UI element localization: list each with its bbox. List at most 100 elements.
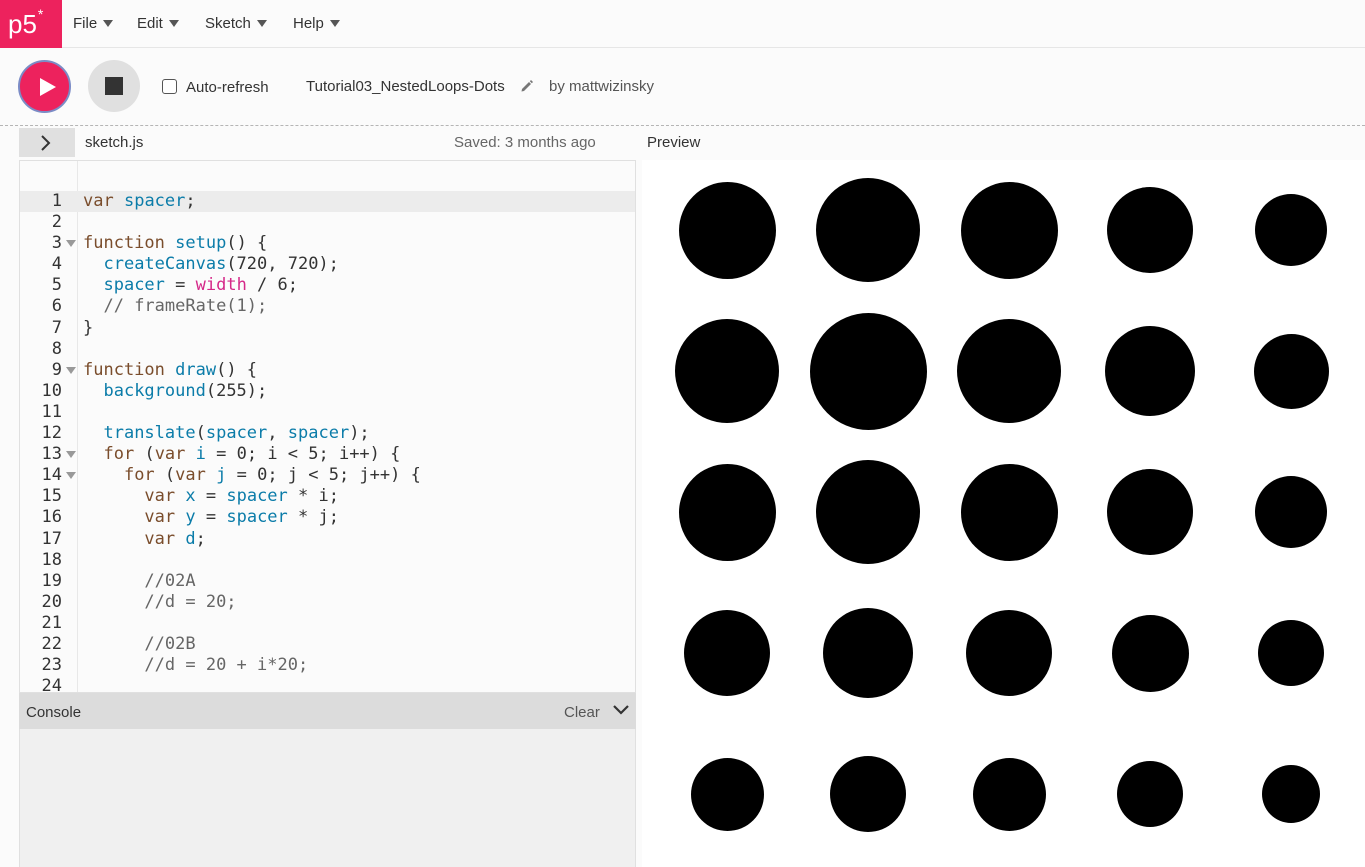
- preview-title: Preview: [647, 134, 701, 151]
- line-number: 4: [51, 254, 62, 275]
- line-number: 7: [51, 317, 62, 338]
- preview-dot: [1255, 476, 1327, 548]
- fold-arrow-icon[interactable]: [66, 472, 76, 480]
- code-text: createCanvas(720, 720);: [103, 254, 339, 275]
- code-text: function draw() {: [83, 359, 258, 380]
- sketch-owner[interactable]: by mattwizinsky: [549, 78, 654, 95]
- code-line[interactable]: 12 translate(spacer, spacer);: [20, 423, 635, 444]
- preview-dot: [972, 757, 1046, 831]
- code-text: function setup() {: [83, 233, 268, 254]
- auto-refresh-label[interactable]: Auto-refresh: [186, 79, 269, 96]
- menu-sketch[interactable]: Sketch: [205, 0, 267, 48]
- auto-refresh-checkbox[interactable]: [162, 79, 177, 94]
- line-number: 22: [41, 633, 62, 654]
- preview-dot: [809, 312, 927, 430]
- p5-logo[interactable]: p5*: [0, 0, 62, 48]
- code-line[interactable]: 6 // frameRate(1);: [20, 296, 635, 317]
- code-line[interactable]: 13 for (var i = 0; i < 5; i++) {: [20, 444, 635, 465]
- preview-dot: [830, 756, 906, 832]
- preview-dot: [1253, 333, 1329, 409]
- pencil-icon[interactable]: [520, 79, 534, 93]
- code-text: var x = spacer * i;: [144, 486, 339, 507]
- code-line[interactable]: 14 for (var j = 0; j < 5; j++) {: [20, 465, 635, 486]
- fold-arrow-icon[interactable]: [66, 366, 76, 374]
- code-line[interactable]: 15 var x = spacer * i;: [20, 486, 635, 507]
- line-number: 21: [41, 612, 62, 633]
- play-button[interactable]: [18, 60, 71, 113]
- code-line[interactable]: 4 createCanvas(720, 720);: [20, 254, 635, 275]
- fold-arrow-icon[interactable]: [66, 240, 76, 248]
- code-line[interactable]: 8: [20, 338, 635, 360]
- code-text: translate(spacer, spacer);: [103, 423, 370, 444]
- preview-dot: [957, 319, 1061, 423]
- code-text: }: [83, 317, 94, 338]
- code-line[interactable]: 9 function draw() {: [20, 359, 635, 381]
- code-line[interactable]: 5 spacer = width / 6;: [20, 275, 635, 296]
- code-text: for (var i = 0; i < 5; i++) {: [103, 444, 401, 465]
- line-number: 20: [41, 591, 62, 612]
- line-number: 2: [51, 212, 62, 233]
- line-number: 6: [51, 296, 62, 317]
- menu-edit[interactable]: Edit: [137, 0, 179, 48]
- code-text: //02B: [144, 633, 196, 654]
- logo-asterisk: *: [37, 6, 44, 22]
- code-lines[interactable]: 1 var spacer; 2 3 function setup() {4 create…: [20, 191, 635, 692]
- code-line[interactable]: 16 var y = spacer * j;: [20, 507, 635, 528]
- preview-dot: [1258, 620, 1324, 686]
- code-line[interactable]: 2: [20, 212, 635, 233]
- chevron-down-icon[interactable]: [612, 703, 630, 717]
- console-clear-button[interactable]: Clear: [564, 704, 600, 721]
- line-number: 5: [51, 275, 62, 296]
- line-number: 11: [41, 401, 62, 422]
- line-number: 13: [41, 444, 62, 465]
- preview-dot: [678, 463, 776, 561]
- code-line[interactable]: 23 //d = 20 + i*20;: [20, 655, 635, 676]
- stop-button[interactable]: [88, 60, 140, 112]
- code-line[interactable]: 22 //02B: [20, 633, 635, 655]
- code-line[interactable]: 20 //d = 20;: [20, 591, 635, 613]
- line-number: 9: [51, 359, 62, 380]
- logo-text: p5: [8, 9, 37, 39]
- menu-file[interactable]: File: [73, 0, 114, 48]
- code-text: for (var j = 0; j < 5; j++) {: [123, 465, 421, 486]
- menu-sketch-label: Sketch: [205, 15, 251, 32]
- sketch-name[interactable]: Tutorial03_NestedLoops-Dots: [306, 78, 505, 95]
- fold-arrow-icon[interactable]: [66, 451, 76, 459]
- preview-dot: [960, 463, 1058, 561]
- console-title: Console: [26, 704, 82, 721]
- preview-dot: [1105, 326, 1195, 416]
- menu-help[interactable]: Help: [293, 0, 340, 48]
- code-line[interactable]: 7}: [20, 317, 635, 339]
- line-number: 12: [41, 423, 62, 444]
- code-line[interactable]: 19 //02A: [20, 570, 635, 592]
- top-nav: p5* File Edit Sketch Help: [0, 0, 1365, 48]
- code-line[interactable]: 11: [20, 401, 635, 423]
- code-line[interactable]: 17 var d;: [20, 528, 635, 550]
- console-output: [19, 729, 636, 867]
- line-number: 19: [41, 570, 62, 591]
- code-text: //d = 20 + i*20;: [144, 655, 309, 676]
- code-line[interactable]: 1 var spacer;: [20, 191, 635, 212]
- menu-help-label: Help: [293, 15, 324, 32]
- preview-dot: [960, 181, 1058, 279]
- preview-dot: [1111, 614, 1189, 692]
- preview-dot: [675, 319, 779, 423]
- line-number: 8: [51, 338, 62, 359]
- line-number: 17: [41, 528, 62, 549]
- code-line[interactable]: 18: [20, 549, 635, 571]
- code-line[interactable]: 10 background(255);: [20, 381, 635, 402]
- line-number: 16: [41, 507, 62, 528]
- code-line[interactable]: 24: [20, 676, 635, 692]
- sidebar-toggle-button[interactable]: [19, 128, 75, 157]
- sketch-preview-canvas[interactable]: [642, 160, 1365, 867]
- chevron-down-icon: [168, 19, 179, 27]
- preview-dot: [1117, 761, 1183, 827]
- play-icon: [40, 78, 56, 96]
- line-number: 1: [51, 191, 62, 211]
- code-line[interactable]: 21: [20, 612, 635, 634]
- preview-dot: [823, 608, 913, 698]
- line-number: 18: [41, 549, 62, 570]
- chevron-right-icon: [41, 135, 51, 151]
- code-line[interactable]: 3 function setup() {: [20, 233, 635, 254]
- code-editor[interactable]: 1 var spacer; 2 3 function setup() {4 create…: [19, 160, 636, 693]
